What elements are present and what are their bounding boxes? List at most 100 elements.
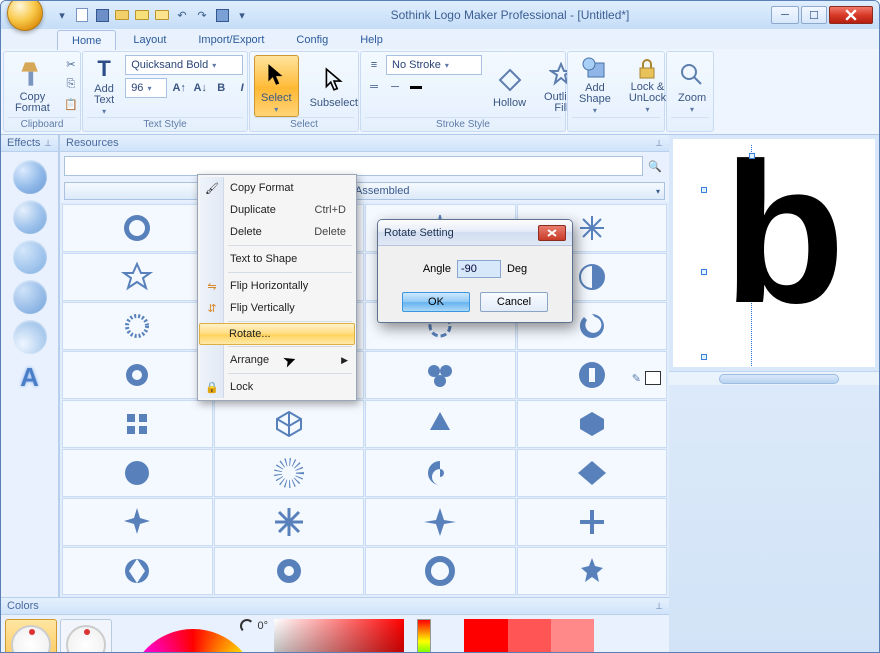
shape-item[interactable] — [62, 253, 213, 301]
rotate-dialog: Rotate Setting Angle Deg OK Cancel — [377, 219, 573, 323]
shrink-font-icon[interactable]: A↓ — [191, 79, 209, 97]
sv-picker[interactable] — [274, 619, 404, 653]
minimize-button[interactable]: ─ — [771, 6, 799, 24]
color-wheel[interactable]: 0° — [118, 619, 268, 653]
shape-item[interactable] — [365, 449, 516, 497]
folder-icon[interactable] — [153, 6, 171, 24]
stroke-color-icon[interactable] — [407, 78, 425, 96]
grow-font-icon[interactable]: A↑ — [170, 79, 188, 97]
eyedropper-icon[interactable]: ✎ — [632, 372, 641, 385]
shape-item[interactable] — [214, 400, 365, 448]
tab-import-export[interactable]: Import/Export — [183, 29, 279, 49]
copy-icon[interactable]: ⎘ — [61, 75, 81, 93]
shape-item[interactable] — [365, 400, 516, 448]
copy-format-button[interactable]: Copy Format — [8, 55, 57, 117]
current-color-swatch[interactable] — [645, 371, 661, 385]
tab-config[interactable]: Config — [281, 29, 343, 49]
ctx-flip-v[interactable]: ⇵Flip Vertically — [200, 297, 354, 319]
shape-item[interactable] — [365, 547, 516, 595]
h-scrollbar[interactable] — [669, 371, 879, 385]
ctx-rotate[interactable]: Rotate... — [199, 323, 355, 345]
open2-icon[interactable] — [133, 6, 151, 24]
shape-item[interactable] — [517, 498, 668, 546]
shape-item[interactable] — [62, 498, 213, 546]
color-scheme-2[interactable] — [60, 619, 112, 653]
effect-preset-3[interactable] — [13, 240, 47, 274]
dec-stroke-icon[interactable]: ─ — [386, 78, 404, 96]
angle-input[interactable] — [457, 260, 501, 278]
pin-icon[interactable]: ⊥ — [655, 601, 663, 612]
qat-dropdown-icon[interactable]: ▾ — [53, 6, 71, 24]
ctx-text-to-shape[interactable]: Text to Shape — [200, 248, 354, 270]
inc-stroke-icon[interactable]: ═ — [365, 78, 383, 96]
shape-item[interactable] — [517, 400, 668, 448]
ctx-delete[interactable]: DeleteDelete — [200, 221, 354, 243]
open-icon[interactable] — [113, 6, 131, 24]
ctx-flip-h[interactable]: ⇋Flip Horizontally — [200, 275, 354, 297]
shape-item[interactable] — [214, 547, 365, 595]
pin-icon[interactable]: ⊥ — [655, 138, 663, 149]
shape-item[interactable] — [62, 302, 213, 350]
add-text-button[interactable]: T Add Text ▾ — [87, 55, 121, 117]
shape-item[interactable] — [214, 498, 365, 546]
selection-handle[interactable] — [701, 269, 707, 275]
selection-handle[interactable] — [749, 153, 755, 159]
shape-item[interactable] — [62, 449, 213, 497]
resource-search-input[interactable] — [64, 156, 643, 176]
tab-layout[interactable]: Layout — [118, 29, 181, 49]
dialog-close-button[interactable] — [538, 225, 566, 241]
cut-icon[interactable]: ✂ — [61, 55, 81, 73]
undo-icon[interactable]: ↶ — [173, 6, 191, 24]
effect-preset-5[interactable] — [13, 320, 47, 354]
selection-handle[interactable] — [701, 354, 707, 360]
shape-category-combo[interactable]: Shape-Assembled▾ — [64, 182, 665, 200]
ctx-copy-format[interactable]: 🖌Copy Format — [200, 177, 354, 199]
search-icon[interactable]: 🔍 — [645, 156, 665, 176]
pin-icon[interactable]: ⊥ — [44, 138, 52, 149]
effect-preset-2[interactable] — [13, 200, 47, 234]
maximize-button[interactable]: ☐ — [801, 6, 827, 24]
tab-help[interactable]: Help — [345, 29, 398, 49]
zoom-button[interactable]: Zoom▾ — [671, 55, 713, 117]
ctx-duplicate[interactable]: DuplicateCtrl+D — [200, 199, 354, 221]
save-icon[interactable] — [93, 6, 111, 24]
shape-item[interactable] — [517, 547, 668, 595]
paste-icon[interactable]: 📋 — [61, 95, 81, 113]
hollow-button[interactable]: Hollow — [486, 55, 533, 117]
export-icon[interactable] — [213, 6, 231, 24]
shape-item[interactable] — [62, 351, 213, 399]
font-combo[interactable]: Quicksand Bold▾ — [125, 55, 243, 75]
hue-slider[interactable] — [417, 619, 431, 653]
subselect-button[interactable]: Subselect — [303, 55, 365, 117]
select-button[interactable]: Select ▾ — [254, 55, 299, 117]
qat-more-icon[interactable]: ▾ — [233, 6, 251, 24]
shape-item[interactable] — [517, 449, 668, 497]
new-icon[interactable] — [73, 6, 91, 24]
shape-item[interactable] — [62, 400, 213, 448]
effect-preset-1[interactable] — [13, 160, 47, 194]
color-scheme-1[interactable] — [5, 619, 57, 653]
font-size-combo[interactable]: 96▾ — [125, 78, 167, 98]
redo-icon[interactable]: ↷ — [193, 6, 211, 24]
tab-home[interactable]: Home — [57, 30, 116, 50]
close-button[interactable] — [829, 6, 873, 24]
ctx-arrange[interactable]: Arrange▶ — [200, 349, 354, 371]
canvas[interactable]: b — [673, 139, 875, 367]
shape-item[interactable] — [62, 204, 213, 252]
add-shape-button[interactable]: Add Shape▾ — [572, 55, 618, 117]
shape-item[interactable] — [365, 498, 516, 546]
shape-item[interactable] — [365, 351, 516, 399]
shape-item[interactable] — [214, 449, 365, 497]
canvas-object-letter[interactable]: b — [723, 139, 845, 334]
selection-handle[interactable] — [701, 187, 707, 193]
app-menu-button[interactable] — [7, 0, 43, 31]
stroke-combo[interactable]: No Stroke▾ — [386, 55, 482, 75]
shape-item[interactable] — [62, 547, 213, 595]
ok-button[interactable]: OK — [402, 292, 470, 312]
stroke-style-icon[interactable]: ≡ — [365, 56, 383, 74]
cancel-button[interactable]: Cancel — [480, 292, 548, 312]
ctx-lock[interactable]: 🔒Lock — [200, 376, 354, 398]
effect-preset-4[interactable] — [13, 280, 47, 314]
bold-button[interactable]: B — [212, 79, 230, 97]
effect-preset-text[interactable]: A — [13, 360, 47, 394]
